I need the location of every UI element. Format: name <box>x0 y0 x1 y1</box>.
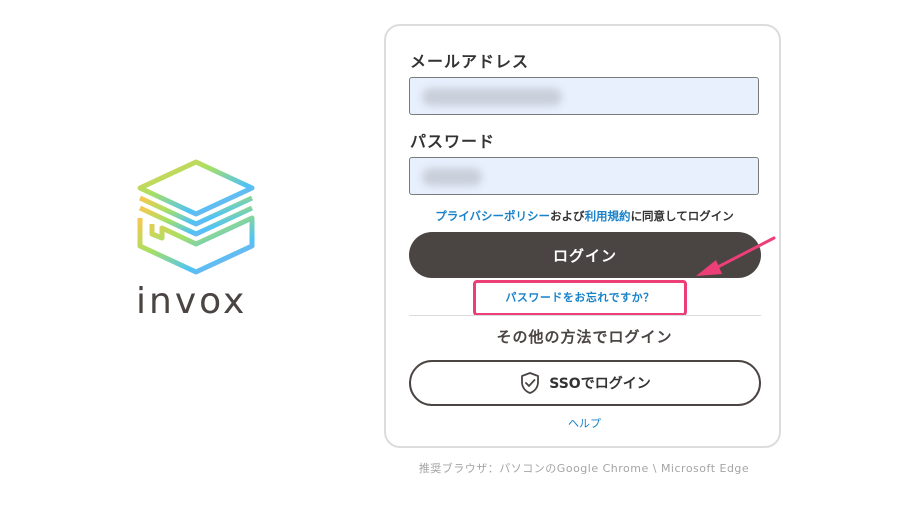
email-label: メールアドレス <box>410 52 530 71</box>
consent-and: および <box>550 209 585 223</box>
sso-button-label: SSOでログイン <box>549 376 651 392</box>
email-field[interactable] <box>409 77 759 115</box>
help-link[interactable]: ヘルプ <box>386 415 783 431</box>
terms-link[interactable]: 利用規約 <box>585 209 631 223</box>
password-label: パスワード <box>410 132 496 151</box>
recommended-browser-note: 推奨ブラウザ：パソコンのGoogle Chrome \ Microsoft Ed… <box>418 462 750 475</box>
sso-login-button[interactable]: SSOでログイン <box>409 360 761 406</box>
password-value-redacted <box>422 168 482 186</box>
pointer-arrow-icon <box>696 236 776 276</box>
other-methods-heading: その他の方法でログイン <box>496 328 673 346</box>
privacy-policy-link[interactable]: プライバシーポリシー <box>435 209 550 223</box>
forgot-password-link[interactable]: パスワードをお忘れですか？ <box>473 280 687 316</box>
consent-text: プライバシーポリシーおよび利用規約に同意してログイン <box>386 208 783 224</box>
consent-suffix: に同意してログイン <box>630 209 734 223</box>
brand-name: invox <box>136 281 248 322</box>
email-value-redacted <box>422 88 562 106</box>
shield-check-icon <box>521 372 540 394</box>
divider <box>409 315 761 316</box>
stacked-layers-icon <box>137 159 255 275</box>
password-field[interactable] <box>409 157 759 195</box>
login-page: invox メールアドレス パスワード プライバシーポリシーおよび利用規約に同意… <box>0 0 908 506</box>
